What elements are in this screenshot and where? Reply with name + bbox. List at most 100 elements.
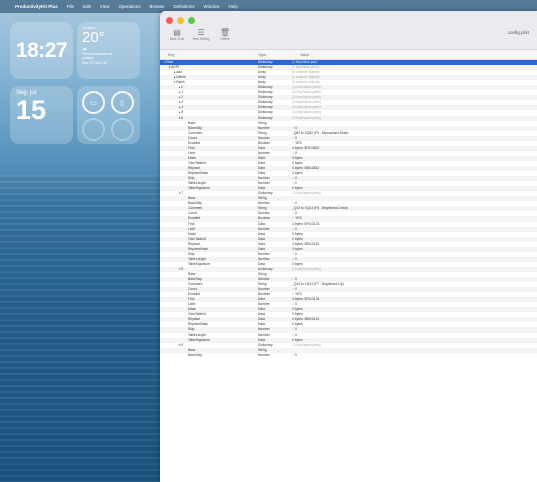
stepper-icon[interactable]: ⇕ (292, 328, 294, 331)
stepper-icon[interactable]: ⇕ (292, 354, 294, 357)
row-key-text: BaseSkip (188, 277, 202, 282)
row-value[interactable]: ⇕0 (292, 353, 297, 358)
row-key-text: Replace (188, 317, 201, 322)
app-menu[interactable]: ProductivityKit Plus (15, 4, 58, 9)
row-key-text: Delete (176, 75, 186, 80)
row-key-text: TableLength (188, 332, 206, 337)
row-value-text: 4 bytes: 58513133 (292, 241, 320, 246)
menu-window[interactable]: Window (204, 4, 220, 9)
row-key-text: Count (188, 287, 197, 292)
stepper-icon[interactable]: ⇕ (292, 258, 294, 261)
stepper-icon[interactable]: ⇕ (292, 182, 294, 185)
row-value-text: (14 key/value pairs) (292, 105, 321, 110)
row-value-text: (9 ordered objects) (292, 80, 320, 85)
sea-texture (0, 175, 160, 482)
new-sibling-icon: ☰ (197, 28, 205, 37)
menu-operations[interactable]: Operations (118, 4, 140, 9)
weather-widget[interactable]: Location 20° ☁ Predominantemente nublado… (77, 22, 140, 79)
batteries-widget[interactable]: ▭ ▯ (77, 86, 140, 144)
row-value-text: (14 key/value pairs) (292, 95, 321, 100)
row-key-text: Comment (188, 206, 203, 211)
row-value-text: 0 bytes (292, 246, 303, 251)
weather-temperature: 20° (82, 29, 105, 46)
column-value-header[interactable]: Value (300, 53, 309, 57)
row-type[interactable]: Number (258, 353, 270, 358)
menu-edit[interactable]: Edit (83, 4, 91, 9)
stepper-icon[interactable]: ⇕ (292, 152, 294, 155)
menu-help[interactable]: Help (229, 4, 238, 9)
close-button[interactable] (166, 17, 173, 24)
row-value-text: 0 bytes (292, 160, 303, 165)
row-value-text: 0 (295, 181, 297, 186)
new-sibling-button[interactable]: ☰ New Sibling (190, 28, 212, 41)
row-value-text: 0 (295, 150, 297, 155)
row-value-text: 0 (295, 332, 297, 337)
row-value-text: 0 (295, 201, 297, 206)
row-value-text: 0 bytes (292, 337, 303, 342)
row-key-text: Base (188, 271, 196, 276)
row-value-text: _Q14 to XQ14 (F7 - Brightness Up) (292, 282, 344, 287)
row-value-text: 0 (295, 125, 297, 130)
menu-browse[interactable]: Browse (150, 4, 165, 9)
column-key-header[interactable]: Key (168, 53, 175, 57)
calendar-widget[interactable]: Seg. jul. 15 (10, 86, 73, 144)
row-value-text: (14 key/value pairs) (292, 100, 321, 105)
row-key-text: Count (188, 135, 197, 140)
stepper-icon[interactable]: ⇕ (292, 137, 294, 140)
zoom-button[interactable] (188, 17, 195, 24)
stepper-icon[interactable]: ⇕ (292, 278, 294, 281)
new-child-button[interactable]: ▤ New Child (166, 28, 188, 41)
plist-editor-window: ▤ New Child ☰ New Sibling 🗑 Delete confi… (160, 11, 537, 482)
stepper-icon[interactable]: ⇕ (292, 202, 294, 205)
row-key-text: 1 (181, 90, 184, 95)
row-value-text: 0 bytes (292, 236, 303, 241)
window-controls (166, 17, 195, 24)
row-key-text: Replace (188, 241, 201, 246)
plist-outline: ▾ Root Dictionary (1 key/value pair) ▾ ACPI… (160, 60, 537, 358)
row-value-text: 0 (295, 256, 297, 261)
row-value-text: 4 bytes: 5F513832 (292, 145, 320, 150)
row-key-text: Limit (188, 302, 195, 307)
row-key-text: Comment (188, 130, 203, 135)
stepper-icon[interactable]: ⇕ (292, 142, 294, 145)
trash-icon: 🗑 (219, 28, 231, 37)
menu-definitions[interactable]: Definitions (174, 4, 195, 9)
column-type-header[interactable]: Type (258, 53, 266, 57)
row-key-text: Skip (188, 327, 195, 332)
row-value-text: (7 key/value pairs) (292, 65, 319, 70)
row-key-text: Patch (176, 80, 185, 85)
stepper-icon[interactable]: ⇕ (292, 228, 294, 231)
outline-row[interactable]: BaseSkip Number ⇕0 (160, 353, 537, 358)
stepper-icon[interactable]: ⇕ (292, 334, 294, 337)
stepper-icon[interactable]: ⇕ (292, 303, 294, 306)
row-value-text: 0 bytes (292, 171, 303, 176)
stepper-icon[interactable]: ⇕ (292, 127, 294, 130)
row-key-text: 6 (181, 115, 184, 120)
row-value-text: _Q13 to XQ13 (F6 - Brightness Down) (292, 206, 348, 211)
stepper-icon[interactable]: ⇕ (292, 177, 294, 180)
clock-widget[interactable]: 18:27 (10, 22, 73, 79)
laptop-battery-icon: ▭ (82, 91, 105, 114)
row-key-text: Mask (188, 307, 196, 312)
menu-file[interactable]: File (67, 4, 74, 9)
menu-view[interactable]: View (100, 4, 110, 9)
row-key-text: ReplaceMask (188, 246, 208, 251)
row-key-text: Root (166, 60, 174, 64)
stepper-icon[interactable]: ⇕ (292, 212, 294, 215)
row-value-text: 0 (295, 302, 297, 307)
row-key-text: 5 (181, 110, 184, 115)
stepper-icon[interactable]: ⇕ (292, 217, 294, 220)
row-value-text: 0 bytes (292, 155, 303, 160)
stepper-icon[interactable]: ⇕ (292, 288, 294, 291)
new-child-label: New Child (169, 37, 185, 41)
delete-button[interactable]: 🗑 Delete (214, 28, 236, 41)
row-value-text: 0 bytes (292, 186, 303, 191)
minimize-button[interactable] (177, 17, 184, 24)
stepper-icon[interactable]: ⇕ (292, 253, 294, 256)
row-key-text: Find (188, 145, 195, 150)
row-value-text: 0 bytes (292, 307, 303, 312)
row-value-text: 4 bytes: 58513134 (292, 317, 320, 322)
stepper-icon[interactable]: ⇕ (292, 293, 294, 296)
new-sibling-label: New Sibling (192, 37, 210, 41)
row-value-text: (1 key/value pair) (292, 60, 318, 64)
